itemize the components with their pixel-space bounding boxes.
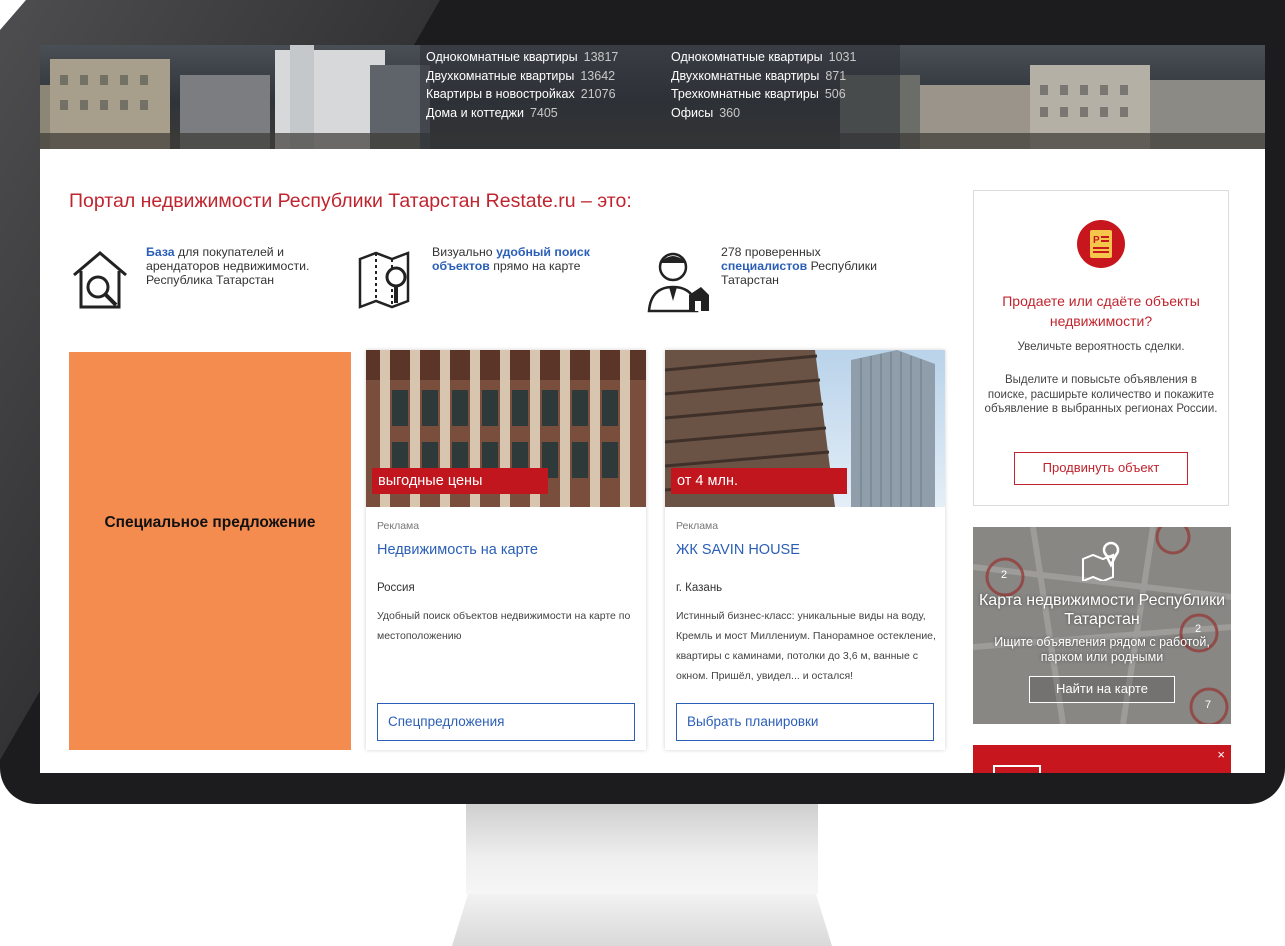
feature-text: База для покупателей и арендаторов недви…	[146, 245, 310, 287]
close-icon[interactable]: ×	[1217, 747, 1225, 762]
promo-description: Выделите и повысьте объявления в поиске,…	[984, 374, 1218, 415]
monitor: Однокомнатные квартиры 13817 Двухкомнатны…	[0, 0, 1285, 804]
card-title-link[interactable]: Недвижимость на карте	[377, 542, 538, 558]
stat-row[interactable]: Дома и коттеджи 7405	[426, 104, 618, 123]
map-subtitle: Ищите объявления рядом с работой, парком…	[994, 635, 1210, 664]
header-banner: Однокомнатные квартиры 13817 Двухкомнатны…	[40, 45, 1265, 149]
choose-layouts-button[interactable]: Выбрать планировки	[676, 703, 934, 741]
map-marker-label: 2	[1001, 569, 1008, 581]
document-badge-icon: P	[1077, 220, 1125, 268]
promote-listing-panel: P Продаете или сдаёте объекты недвижимос…	[973, 190, 1229, 506]
card-location: г. Казань	[676, 582, 723, 594]
price-tag: выгодные цены	[372, 468, 548, 494]
page-title: Портал недвижимости Республики Татарстан…	[69, 190, 632, 212]
stat-row[interactable]: Квартиры в новостройках 21076	[426, 85, 618, 104]
card-description: Истинный бизнес-класс: уникальные виды н…	[676, 610, 936, 682]
feature-specialists: 278 проверенных специалистов Республики …	[645, 245, 901, 315]
card-description: Удобный поиск объектов недвижимости на к…	[377, 610, 631, 642]
ad-label: Реклама	[676, 520, 719, 532]
stat-row[interactable]: Офисы 360	[671, 104, 856, 123]
city-skyline-image	[40, 45, 1265, 149]
promo-title: Продаете или сдаёте объекты недвижимости…	[1002, 293, 1200, 329]
ad-label: Реклама	[377, 520, 420, 532]
promo-text: Увеличьте вероятность сделки.	[1017, 341, 1185, 353]
card-photo[interactable]: выгодные цены	[366, 350, 646, 507]
ad-logo	[993, 765, 1041, 773]
listing-card[interactable]: от 4 млн. Реклама ЖК SAVIN HOUSE г. Каза…	[665, 350, 945, 750]
special-offer-label: Специальное предложение	[104, 514, 316, 531]
ad-banner[interactable]: ×	[973, 745, 1231, 773]
map-marker-label: 7	[1205, 699, 1212, 711]
map-title: Карта недвижимости Республики Татарстан	[978, 592, 1226, 628]
map-pin-icon	[1082, 541, 1120, 581]
banner-stats-left: Однокомнатные квартиры 13817 Двухкомнатны…	[426, 48, 618, 122]
house-search-icon	[73, 251, 127, 309]
map-promo-card[interactable]: 2 2 7 Карта недвижимости Республики Тата…	[973, 527, 1231, 724]
find-on-map-button[interactable]: Найти на карте	[1029, 676, 1175, 703]
feature-database: База для покупателей и арендаторов недви…	[70, 245, 326, 315]
monitor-stand-base	[452, 894, 832, 946]
stat-row[interactable]: Однокомнатные квартиры 13817	[426, 48, 618, 67]
stat-row[interactable]: Трехкомнатные квартиры 506	[671, 85, 856, 104]
banner-stats-right: Однокомнатные квартиры 1031 Двухкомнатные…	[671, 48, 856, 122]
promote-button[interactable]: Продвинуть объект	[1014, 452, 1188, 485]
feature-text: Визуально удобный поиск объектов прямо н…	[432, 245, 590, 273]
feature-text: 278 проверенных специалистов Республики …	[721, 245, 878, 287]
special-offer-banner[interactable]: Специальное предложение	[69, 352, 351, 750]
card-location: Россия	[377, 582, 415, 594]
monitor-stand-neck	[466, 804, 818, 894]
specialist-icon	[647, 252, 709, 313]
feature-map-search: Визуально удобный поиск объектов прямо н…	[356, 245, 612, 315]
card-title-link[interactable]: ЖК SAVIN HOUSE	[676, 542, 800, 558]
special-offers-button[interactable]: Спецпредложения	[377, 703, 635, 741]
map-search-icon	[358, 251, 410, 309]
listing-card[interactable]: выгодные цены Реклама Недвижимость на ка…	[366, 350, 646, 750]
stat-row[interactable]: Двухкомнатные квартиры 871	[671, 67, 856, 86]
svg-text:P: P	[1093, 235, 1100, 246]
stat-row[interactable]: Двухкомнатные квартиры 13642	[426, 67, 618, 86]
card-photo[interactable]: от 4 млн.	[665, 350, 945, 507]
price-tag: от 4 млн.	[671, 468, 847, 494]
stat-row[interactable]: Однокомнатные квартиры 1031	[671, 48, 856, 67]
screen: Однокомнатные квартиры 13817 Двухкомнатны…	[40, 45, 1265, 773]
